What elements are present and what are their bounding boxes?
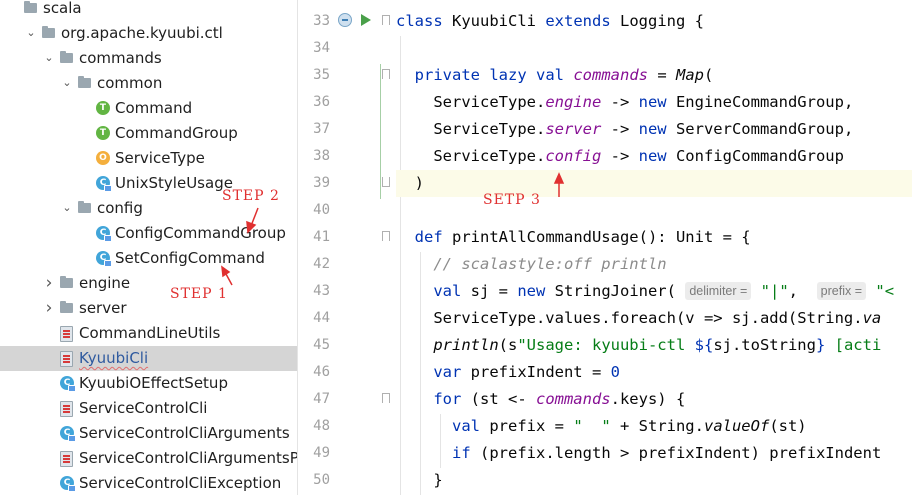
arrowhead-step-2 (246, 220, 257, 234)
annotation-arrows (221, 172, 565, 286)
arrowhead-step-1 (221, 265, 231, 278)
arrowhead-step-3 (553, 172, 565, 184)
arrow-step-1 (225, 273, 233, 286)
